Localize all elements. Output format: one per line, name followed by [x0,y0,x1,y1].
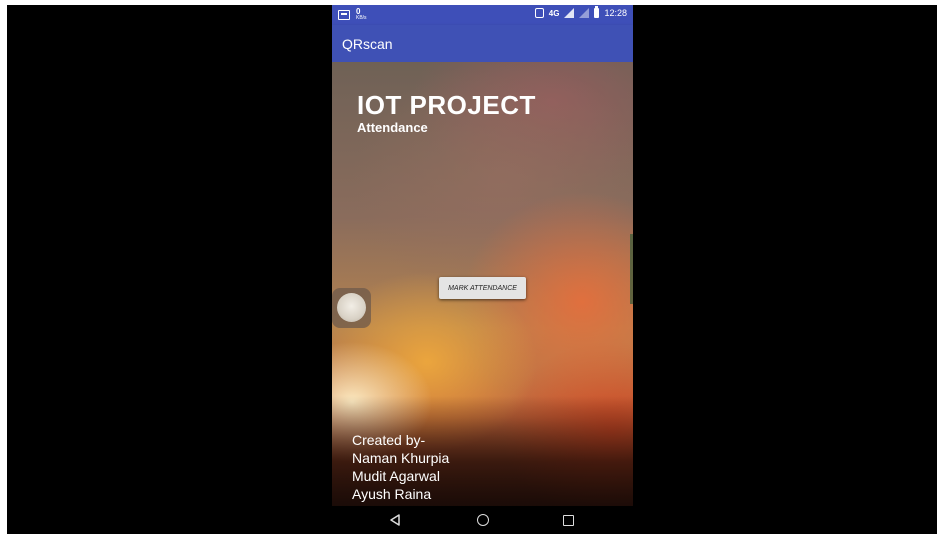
speed-unit: KB/s [356,15,367,21]
phone-screen: 0 KB/s 4G 12:28 QRscan IOT PROJECT Atten… [332,5,633,534]
assistive-touch-icon [337,293,366,322]
credit-name: Ayush Raina [352,486,432,502]
project-title: IOT PROJECT [357,90,536,120]
speed-value: 0 [356,7,361,16]
floating-assistive-button[interactable] [332,288,371,328]
credit-name: Mudit Agarwal [352,468,440,484]
network-speed: 0 KB/s [356,8,367,22]
credits-heading: Created by- [352,432,426,448]
clock: 12:28 [604,8,627,18]
app-bar: QRscan [332,25,633,62]
navigation-bar [332,506,633,534]
mark-attendance-button[interactable]: MARK ATTENDANCE [439,277,526,299]
main-content: IOT PROJECT Attendance MARK ATTENDANCE C… [332,62,633,506]
status-right: 4G 12:28 [534,6,627,18]
signal-icon [564,8,575,18]
status-left: 0 KB/s [338,8,367,22]
project-subtitle: Attendance [357,120,428,135]
credit-name: Naman Khurpia [352,450,450,466]
message-icon [338,10,350,20]
battery-icon [594,6,600,18]
vibrate-icon [534,8,544,18]
recent-apps-icon[interactable] [563,515,574,526]
credits: Created by- Naman Khurpia Mudit Agarwal … [352,431,449,503]
signal-secondary-icon [579,8,590,18]
edge-panel-handle[interactable] [630,234,633,304]
back-icon[interactable] [389,514,401,526]
video-frame: 0 KB/s 4G 12:28 QRscan IOT PROJECT Atten… [7,5,937,534]
home-icon[interactable] [477,514,489,526]
network-type: 4G [548,8,560,18]
app-title: QRscan [342,36,393,52]
status-bar: 0 KB/s 4G 12:28 [332,5,633,25]
